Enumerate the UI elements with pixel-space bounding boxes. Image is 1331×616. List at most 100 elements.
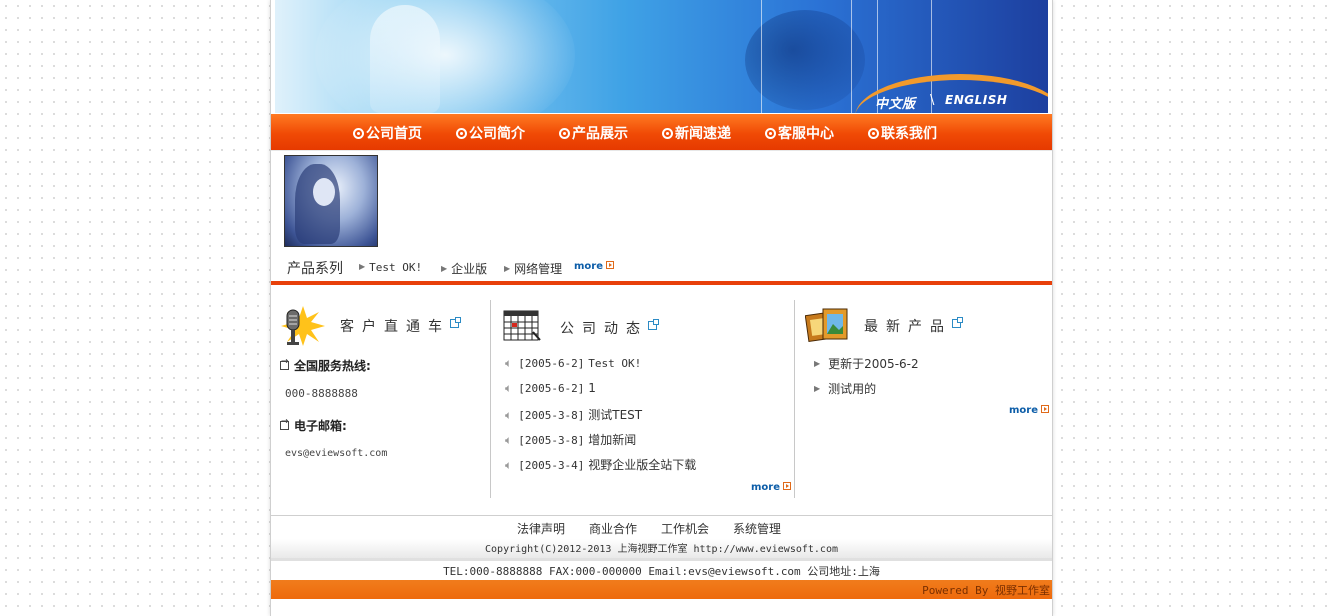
- latest-product-label: 测试用的: [828, 382, 877, 396]
- nav-bullet-icon: [456, 128, 467, 139]
- news-title: 增加新闻: [588, 433, 637, 447]
- news-date: [2005-3-8]: [518, 409, 585, 422]
- powered-by-text[interactable]: Powered By 视野工作室: [922, 582, 1050, 598]
- footer-link-business[interactable]: 商业合作: [589, 520, 637, 537]
- lang-separator: \: [930, 93, 935, 108]
- external-link-icon: [648, 319, 659, 330]
- news-date: [2005-3-4]: [518, 459, 585, 472]
- banner-figure: [370, 5, 440, 113]
- email-value[interactable]: evs@eviewsoft.com: [285, 448, 387, 459]
- nav-item-label: 产品展示: [572, 126, 628, 142]
- product-link-label: 企业版: [451, 262, 488, 276]
- more-label: more: [751, 482, 781, 493]
- arrow-box-icon: [280, 357, 289, 370]
- latest-product-item[interactable]: ▶ 更新于2005-6-2: [814, 355, 919, 372]
- news-title: Test OK!: [588, 357, 642, 370]
- section-title-text: 最新产品: [864, 319, 952, 335]
- speaker-icon: 🔈︎: [505, 458, 513, 472]
- banner-divider: [761, 0, 762, 113]
- footer-link-admin[interactable]: 系统管理: [733, 520, 781, 537]
- triangle-bullet-icon: ▶: [504, 264, 511, 273]
- banner-divider: [851, 0, 852, 113]
- more-label: more: [574, 261, 604, 272]
- banner-glow: [315, 0, 575, 113]
- more-arrow-icon: [783, 482, 792, 490]
- latest-products-more-link[interactable]: more: [1009, 405, 1050, 416]
- calendar-icon: [503, 310, 541, 341]
- divider: [271, 150, 1052, 151]
- nav-item-label: 客服中心: [778, 126, 834, 142]
- email-label-text: 电子邮箱:: [294, 419, 347, 433]
- nav-item-news[interactable]: 新闻速递: [662, 123, 731, 143]
- more-arrow-icon: [1041, 405, 1050, 413]
- product-series-title: 产品系列: [287, 261, 343, 277]
- section-title-text: 公司动态: [560, 321, 648, 337]
- latest-product-item[interactable]: ▶ 测试用的: [814, 380, 876, 397]
- product-link-label: 网络管理: [514, 262, 563, 276]
- lang-chinese-link[interactable]: 中文版: [875, 93, 916, 112]
- nav-item-home[interactable]: 公司首页: [353, 123, 422, 143]
- speaker-icon: 🔈︎: [505, 433, 513, 447]
- product-thumbnail[interactable]: [284, 155, 378, 247]
- nav-bullet-icon: [868, 128, 879, 139]
- triangle-bullet-icon: ▶: [814, 359, 821, 368]
- news-section-title: 公司动态: [560, 318, 659, 338]
- product-series-link[interactable]: ▶ Test OK!: [359, 260, 422, 274]
- nav-item-contact[interactable]: 联系我们: [868, 123, 937, 143]
- contact-info: TEL:000-8888888 FAX:000-000000 Email:evs…: [443, 565, 880, 578]
- nav-item-about[interactable]: 公司简介: [456, 123, 525, 143]
- footer-band: [271, 558, 1052, 561]
- nav-bullet-icon: [765, 128, 776, 139]
- more-arrow-icon: [606, 261, 615, 269]
- section-title-text: 客户直通车: [340, 319, 450, 335]
- speaker-icon: 🔈︎: [505, 408, 513, 422]
- external-link-icon: [952, 317, 963, 328]
- nav-item-service[interactable]: 客服中心: [765, 123, 834, 143]
- lang-english-link[interactable]: ENGLISH: [945, 93, 1007, 107]
- microphone-icon: [281, 306, 325, 346]
- hotline-label-text: 全国服务热线:: [294, 359, 371, 373]
- product-series-link[interactable]: ▶ 网络管理: [504, 260, 562, 277]
- news-date: [2005-3-8]: [518, 434, 585, 447]
- nav-item-products[interactable]: 产品展示: [559, 123, 628, 143]
- product-series-bar: 产品系列 ▶ Test OK! ▶ 企业版 ▶ 网络管理 more: [287, 258, 1047, 277]
- nav-bullet-icon: [662, 128, 673, 139]
- picture-frame-icon: [805, 308, 848, 342]
- news-more-link[interactable]: more: [751, 482, 792, 493]
- copyright-text: Copyright(C)2012-2013 上海视野工作室 http://www…: [485, 544, 838, 555]
- product-series-link[interactable]: ▶ 企业版: [441, 260, 487, 277]
- arrow-box-icon: [280, 417, 289, 430]
- nav-bullet-icon: [353, 128, 364, 139]
- hotline-label: 全国服务热线:: [280, 357, 371, 374]
- news-item[interactable]: 🔈︎ [2005-3-8] 增加新闻: [505, 431, 636, 448]
- main-nav: 公司首页 公司简介 产品展示 新闻速递 客服中心 联系我们: [271, 114, 1052, 150]
- email-label: 电子邮箱:: [280, 417, 347, 434]
- news-item[interactable]: 🔈︎ [2005-3-8] 测试TEST: [505, 406, 642, 423]
- customer-section-title: 客户直通车: [340, 316, 461, 336]
- news-title: 1: [588, 381, 596, 395]
- speaker-icon: 🔈︎: [505, 356, 513, 370]
- news-item[interactable]: 🔈︎ [2005-6-2] 1: [505, 381, 596, 396]
- nav-item-label: 新闻速递: [675, 126, 731, 142]
- footer-link-jobs[interactable]: 工作机会: [661, 520, 709, 537]
- column-divider: [490, 300, 491, 498]
- nav-item-label: 公司首页: [366, 126, 422, 142]
- nav-bullet-icon: [559, 128, 570, 139]
- more-label: more: [1009, 405, 1039, 416]
- news-item[interactable]: 🔈︎ [2005-3-4] 视野企业版全站下载: [505, 456, 696, 473]
- products-more-link[interactable]: more: [574, 261, 615, 272]
- hotline-value: 000-8888888: [285, 387, 358, 400]
- footer-link-legal[interactable]: 法律声明: [517, 520, 565, 537]
- triangle-bullet-icon: ▶: [359, 262, 366, 271]
- nav-item-label: 联系我们: [881, 126, 937, 142]
- thumbnail-shape: [313, 178, 335, 206]
- triangle-bullet-icon: ▶: [441, 264, 448, 273]
- news-date: [2005-6-2]: [518, 357, 585, 370]
- column-divider: [794, 300, 795, 498]
- speaker-icon: 🔈︎: [505, 381, 513, 395]
- news-title: 视野企业版全站下载: [588, 458, 697, 472]
- product-link-label: Test OK!: [369, 261, 423, 274]
- latest-product-label: 更新于2005-6-2: [828, 357, 919, 371]
- news-item[interactable]: 🔈︎ [2005-6-2] Test OK!: [505, 356, 641, 371]
- page-container: 中文版 \ ENGLISH 公司首页 公司简介 产品展示 新闻速递 客服中心 联…: [270, 0, 1053, 616]
